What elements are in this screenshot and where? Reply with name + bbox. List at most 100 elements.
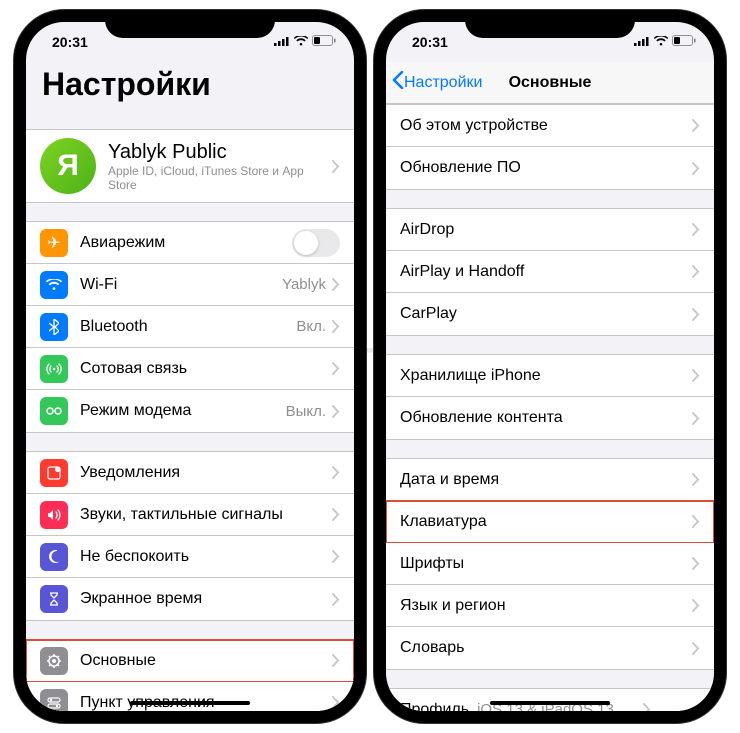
signal-icon — [274, 35, 290, 49]
chevron-right-icon — [332, 320, 340, 333]
wifi-icon — [654, 35, 668, 49]
hotspot-row[interactable]: Режим модема Выкл. — [26, 390, 354, 432]
profile-texts: Yablyk Public Apple ID, iCloud, iTunes S… — [108, 141, 332, 192]
chevron-right-icon — [332, 550, 340, 563]
signal-icon — [634, 35, 650, 49]
chevron-right-icon — [692, 223, 700, 236]
cellular-row[interactable]: Сотовая связь — [26, 348, 354, 390]
chevron-right-icon — [692, 473, 700, 486]
airdrop-row[interactable]: AirDrop — [386, 209, 714, 251]
datetime-group: Дата и время Клавиатура Шрифты Язык и ре… — [386, 458, 714, 670]
chevron-right-icon — [332, 696, 340, 709]
chevron-left-icon — [392, 71, 404, 94]
airdrop-label: AirDrop — [400, 221, 692, 239]
notifications-icon — [40, 459, 68, 487]
wifi-value: Yablyk — [282, 276, 326, 293]
back-button[interactable]: Настройки — [392, 71, 482, 94]
chevron-right-icon — [692, 265, 700, 278]
hourglass-icon — [40, 585, 68, 613]
hotspot-label: Режим модема — [80, 402, 286, 420]
chevron-right-icon — [692, 412, 700, 425]
avatar: Я — [40, 138, 96, 194]
bluetooth-icon — [40, 313, 68, 341]
chevron-right-icon — [332, 466, 340, 479]
general-row[interactable]: Основные — [26, 640, 354, 682]
notch — [105, 10, 275, 38]
chevron-right-icon — [332, 593, 340, 606]
about-row[interactable]: Об этом устройстве — [386, 105, 714, 147]
battery-icon — [672, 35, 696, 49]
sounds-label: Звуки, тактильные сигналы — [80, 506, 332, 524]
switches-icon — [40, 689, 68, 712]
hotspot-value: Выкл. — [286, 403, 326, 420]
notifications-row[interactable]: Уведомления — [26, 452, 354, 494]
hotspot-icon — [40, 397, 68, 425]
page-title: Настройки — [26, 62, 354, 111]
home-indicator[interactable] — [130, 701, 250, 705]
screentime-label: Экранное время — [80, 590, 332, 608]
chevron-right-icon — [692, 308, 700, 321]
profile-name: Yablyk Public — [108, 141, 332, 164]
profile-row[interactable]: Профиль iOS 13 & iPadOS 13 Beta Software… — [386, 689, 714, 711]
chevron-right-icon — [692, 642, 700, 655]
chevron-right-icon — [332, 362, 340, 375]
carplay-label: CarPlay — [400, 305, 692, 323]
sounds-row[interactable]: Звуки, тактильные сигналы — [26, 494, 354, 536]
airplane-label: Авиарежим — [80, 234, 292, 252]
fonts-label: Шрифты — [400, 555, 692, 573]
screentime-row[interactable]: Экранное время — [26, 578, 354, 620]
settings-content[interactable]: Настройки Я Yablyk Public Apple ID, iClo… — [26, 62, 354, 711]
phone-left: 20:31 Настройки Я Yablyk Public Apple ID… — [14, 10, 366, 723]
storage-label: Хранилище iPhone — [400, 367, 692, 385]
carplay-row[interactable]: CarPlay — [386, 293, 714, 335]
update-row[interactable]: Обновление ПО — [386, 147, 714, 189]
keyboard-label: Клавиатура — [400, 513, 692, 531]
notifications-group: Уведомления Звуки, тактильные сигналы Не… — [26, 451, 354, 621]
chevron-right-icon — [692, 369, 700, 382]
profile-label: Профиль — [400, 701, 469, 712]
airplay-row[interactable]: AirPlay и Handoff — [386, 251, 714, 293]
dictionary-row[interactable]: Словарь — [386, 627, 714, 669]
datetime-row[interactable]: Дата и время — [386, 459, 714, 501]
airplane-icon: ✈ — [40, 229, 68, 257]
storage-row[interactable]: Хранилище iPhone — [386, 355, 714, 397]
bluetooth-value: Вкл. — [296, 318, 326, 335]
about-group: Об этом устройстве Обновление ПО — [386, 104, 714, 190]
bluetooth-row[interactable]: Bluetooth Вкл. — [26, 306, 354, 348]
dnd-row[interactable]: Не беспокоить — [26, 536, 354, 578]
chevron-right-icon — [692, 119, 700, 132]
apple-id-row[interactable]: Я Yablyk Public Apple ID, iCloud, iTunes… — [26, 130, 354, 202]
status-time: 20:31 — [404, 34, 448, 50]
control-center-row[interactable]: Пункт управления — [26, 682, 354, 711]
airplane-toggle[interactable] — [292, 229, 340, 257]
moon-icon — [40, 543, 68, 571]
general-content[interactable]: Об этом устройстве Обновление ПО AirDrop… — [386, 104, 714, 711]
chevron-right-icon — [643, 703, 651, 711]
chevron-right-icon — [692, 557, 700, 570]
chevron-right-icon — [692, 162, 700, 175]
storage-group: Хранилище iPhone Обновление контента — [386, 354, 714, 440]
airplane-row[interactable]: ✈ Авиарежим — [26, 222, 354, 264]
keyboard-row[interactable]: Клавиатура — [386, 501, 714, 543]
notifications-label: Уведомления — [80, 464, 332, 482]
fonts-row[interactable]: Шрифты — [386, 543, 714, 585]
cellular-label: Сотовая связь — [80, 360, 332, 378]
nav-bar: Настройки Основные — [386, 62, 714, 104]
screen-right: 20:31 Настройки Основные Об этом устройс… — [386, 22, 714, 711]
dnd-label: Не беспокоить — [80, 548, 332, 566]
chevron-right-icon — [692, 515, 700, 528]
chevron-right-icon — [332, 508, 340, 521]
bluetooth-label: Bluetooth — [80, 318, 296, 336]
nav-title: Основные — [509, 74, 592, 92]
language-row[interactable]: Язык и регион — [386, 585, 714, 627]
profile-group: Профиль iOS 13 & iPadOS 13 Beta Software… — [386, 688, 714, 711]
wifi-row[interactable]: Wi-Fi Yablyk — [26, 264, 354, 306]
wifi-settings-icon — [40, 271, 68, 299]
status-time: 20:31 — [44, 34, 88, 50]
home-indicator[interactable] — [490, 701, 610, 705]
wifi-label: Wi-Fi — [80, 276, 282, 294]
notch — [465, 10, 635, 38]
chevron-right-icon — [332, 654, 340, 667]
chevron-right-icon — [692, 599, 700, 612]
refresh-row[interactable]: Обновление контента — [386, 397, 714, 439]
